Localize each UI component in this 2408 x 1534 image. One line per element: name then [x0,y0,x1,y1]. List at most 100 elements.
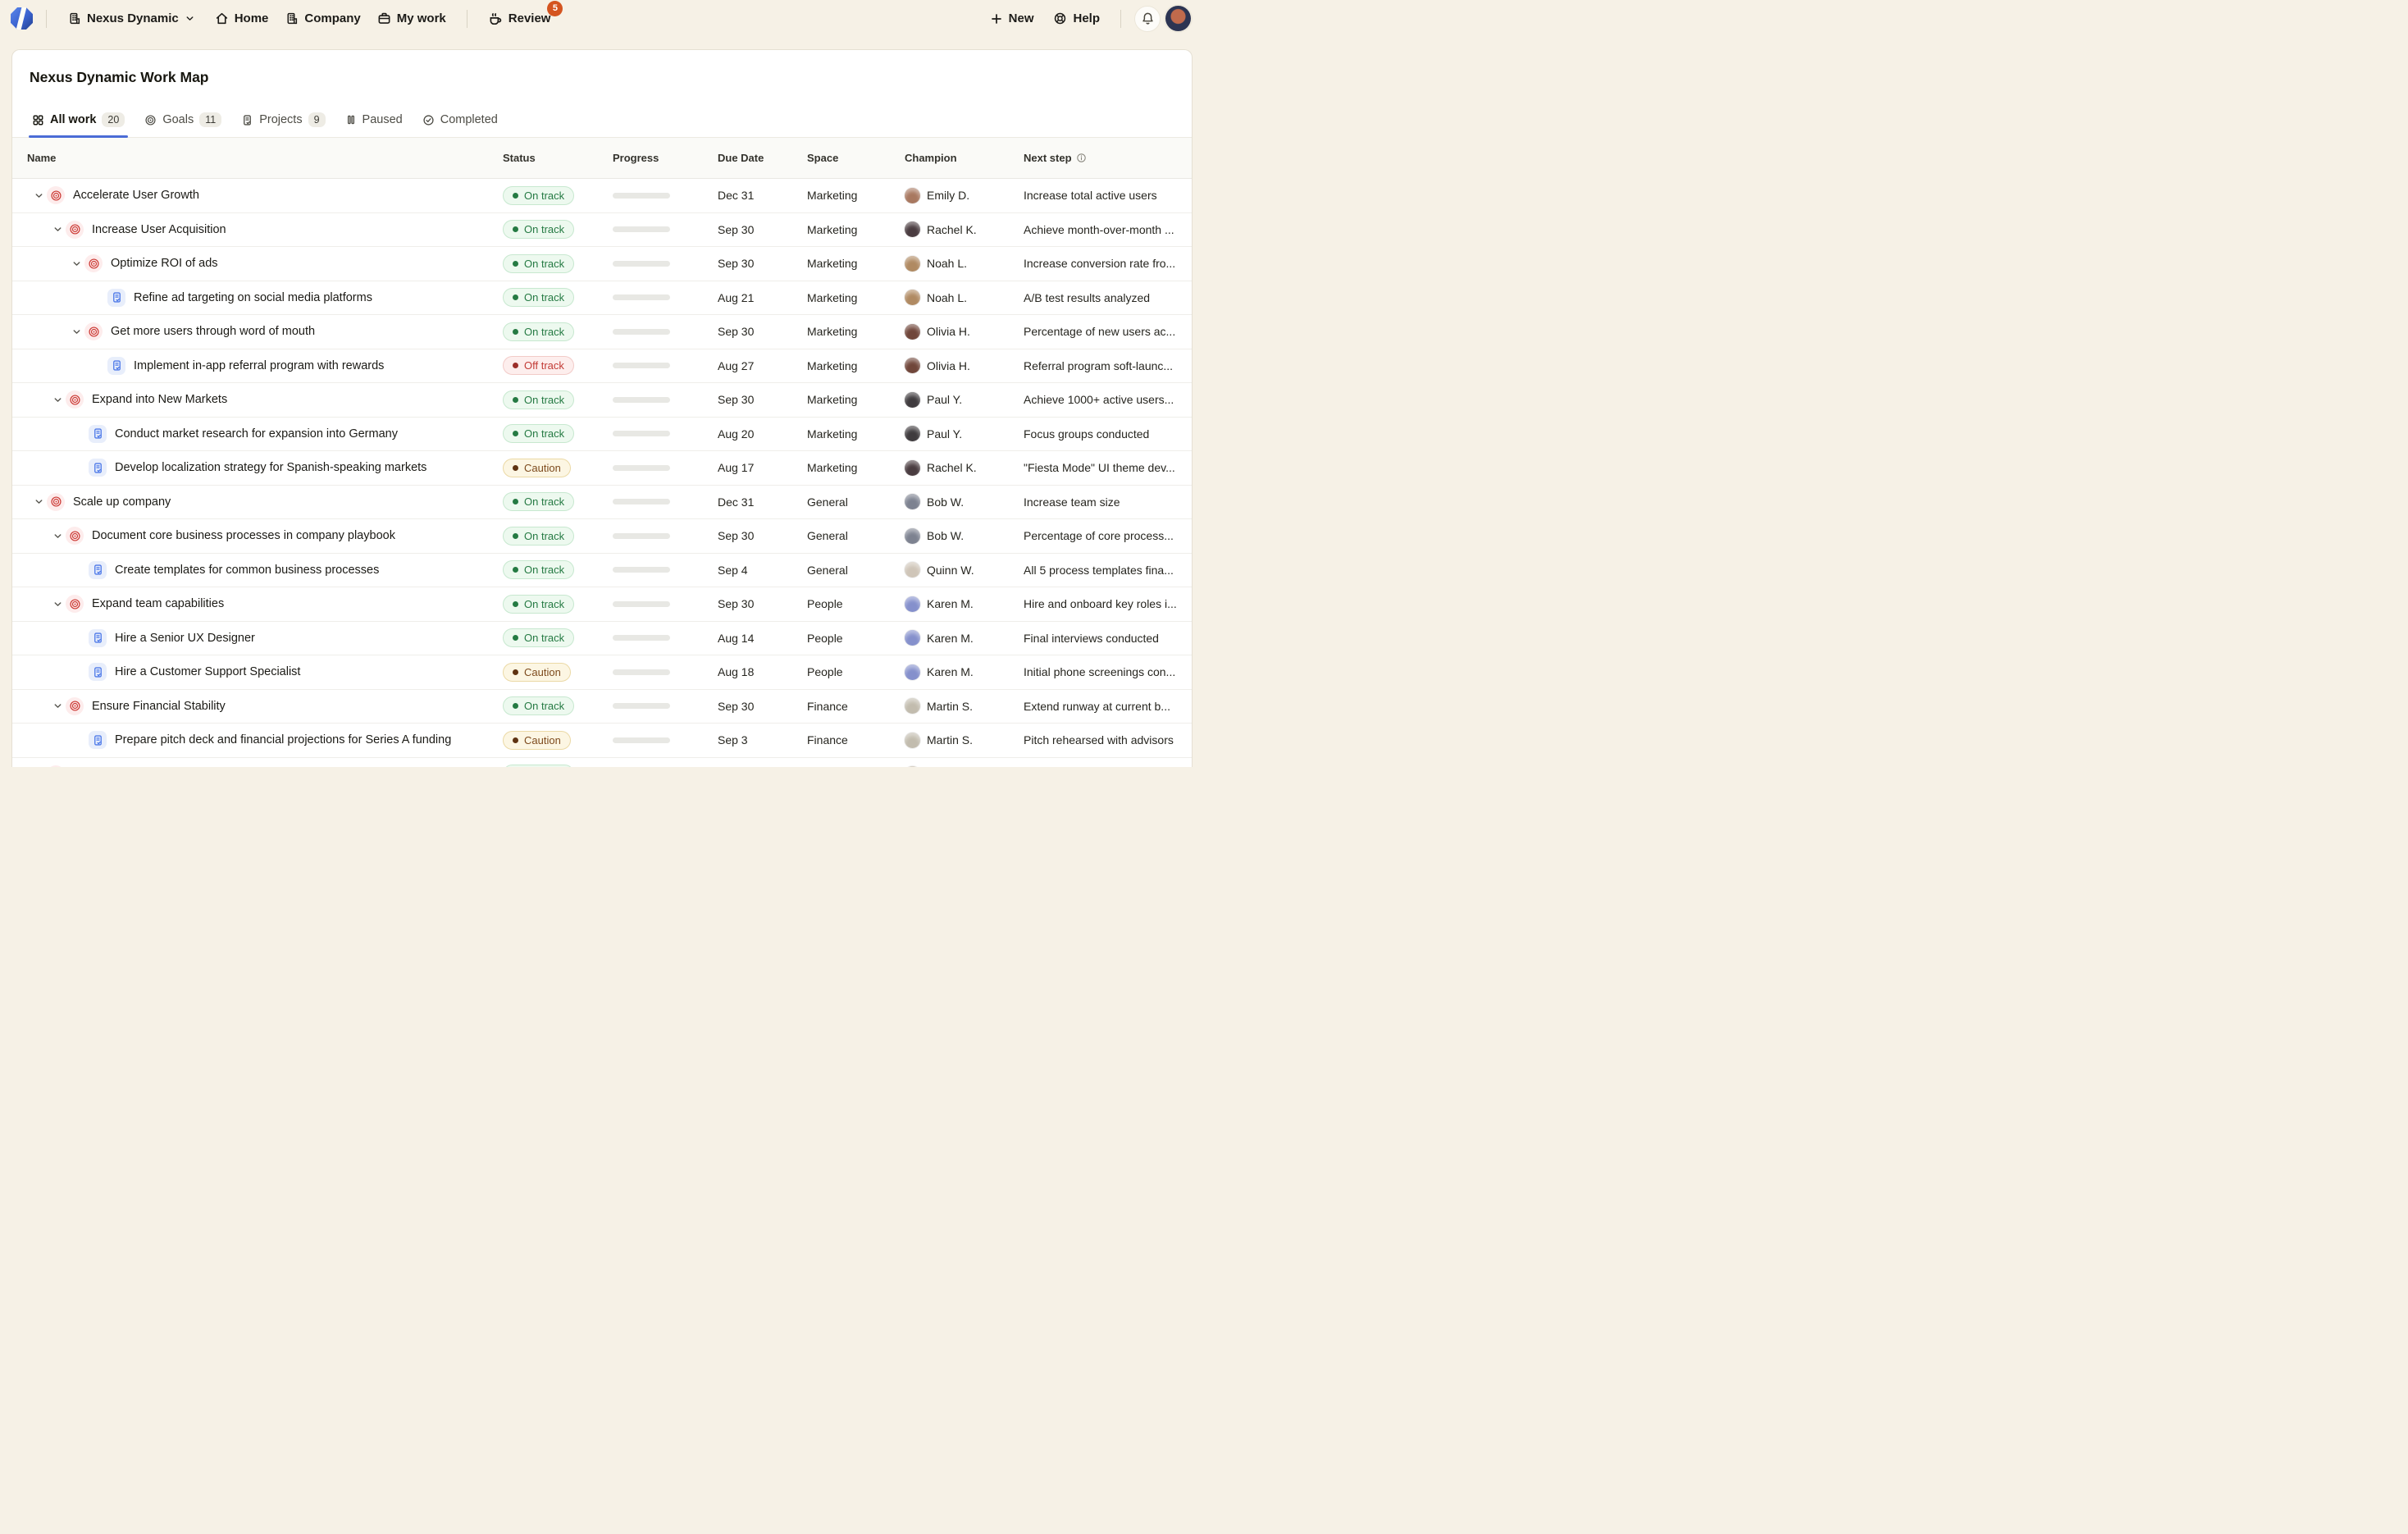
expand-chevron-icon[interactable] [52,530,63,541]
champion-name[interactable]: Paul Y. [927,393,962,406]
champion-name[interactable]: Rachel K. [927,461,977,474]
champion-name[interactable]: Martin S. [927,733,973,746]
expand-chevron-icon[interactable] [33,189,44,201]
space-name[interactable]: Marketing [807,189,857,202]
champion-name[interactable]: Olivia H. [927,359,970,372]
champion-name[interactable]: Noah L. [927,257,967,270]
item-name[interactable]: Expand team capabilities [92,597,224,610]
status-badge[interactable]: On track [503,186,574,205]
table-row[interactable]: Develop localization strategy for Spanis… [12,451,1192,486]
item-name[interactable]: Ensure Financial Stability [92,700,226,713]
item-name[interactable]: Refine ad targeting on social media plat… [134,291,372,304]
column-header-progress[interactable]: Progress [613,138,659,178]
item-name[interactable]: Hire a Customer Support Specialist [115,665,300,678]
status-badge[interactable]: On track [503,765,574,767]
item-name[interactable]: Get more users through word of mouth [111,325,315,338]
space-name[interactable]: Marketing [807,325,857,338]
space-name[interactable]: Finance [807,733,848,746]
status-badge[interactable]: On track [503,560,574,579]
item-name[interactable]: Conduct market research for expansion in… [115,427,398,441]
item-name[interactable]: Implement in-app referral program with r… [134,359,384,372]
status-badge[interactable]: On track [503,424,574,443]
champion-name[interactable]: Karen M. [927,597,974,610]
column-header-due-date[interactable]: Due Date [718,138,764,178]
space-name[interactable]: People [807,665,843,678]
status-badge[interactable]: On track [503,288,574,307]
expand-chevron-icon[interactable] [52,598,63,609]
app-logo[interactable] [11,7,33,30]
space-name[interactable]: Marketing [807,393,857,406]
table-row[interactable]: Conduct market research for expansion in… [12,418,1192,452]
status-badge[interactable]: Caution [503,459,571,477]
status-badge[interactable]: On track [503,628,574,647]
space-name[interactable]: Marketing [807,359,857,372]
item-name[interactable]: Document core business processes in comp… [92,529,395,542]
table-row[interactable]: Scale up companyOn trackDec 31GeneralBob… [12,486,1192,520]
table-row[interactable]: Optimize ROI of adsOn trackSep 30Marketi… [12,247,1192,281]
item-name[interactable]: Accelerate User Growth [73,189,199,202]
nav-review[interactable]: Review 5 [481,7,559,31]
space-name[interactable]: People [807,597,843,610]
item-name[interactable]: Expand into New Markets [92,393,227,406]
space-name[interactable]: Marketing [807,427,857,441]
tab-goals[interactable]: Goals11 [136,103,230,137]
nav-home[interactable]: Home [208,7,276,30]
space-name[interactable]: People [807,632,843,645]
table-row[interactable]: Get more users through word of mouth On t… [12,315,1192,349]
user-avatar[interactable] [1165,6,1191,31]
space-name[interactable]: General [807,495,848,509]
help-button[interactable]: Help [1046,7,1107,30]
space-name[interactable]: Marketing [807,291,857,304]
new-button[interactable]: New [983,7,1042,30]
status-badge[interactable]: On track [503,696,574,715]
column-header-next-step[interactable]: Next step [1024,138,1179,178]
table-row[interactable]: Expand into New MarketsOn trackSep 30Mar… [12,383,1192,418]
column-header-champion[interactable]: Champion [905,138,957,178]
table-row[interactable]: Create templates for common business pro… [12,554,1192,588]
space-name[interactable]: Marketing [807,223,857,236]
table-row[interactable]: Hire a Senior UX DesignerOn trackAug 14P… [12,622,1192,656]
status-badge[interactable]: On track [503,220,574,239]
champion-name[interactable]: Olivia H. [927,325,970,338]
champion-name[interactable]: Quinn W. [927,564,974,577]
champion-name[interactable]: Noah L. [927,291,967,304]
expand-chevron-icon[interactable] [52,701,63,712]
item-name[interactable]: Prepare pitch deck and financial project… [115,733,451,746]
item-name[interactable]: Hire a Senior UX Designer [115,632,255,645]
champion-name[interactable]: Bob W. [927,495,964,509]
space-name[interactable]: Marketing [807,461,857,474]
table-row[interactable]: Ensure Financial StabilityOn trackSep 30… [12,690,1192,724]
status-badge[interactable]: On track [503,595,574,614]
table-row[interactable]: Hire a Customer Support SpecialistCautio… [12,655,1192,690]
champion-name[interactable]: Emily D. [927,189,969,202]
column-header-name[interactable]: Name [27,138,56,178]
champion-name[interactable]: Rachel K. [927,223,977,236]
table-row[interactable]: Accelerate User GrowthOn trackDec 31Mark… [12,179,1192,213]
space-name[interactable]: General [807,564,848,577]
expand-chevron-icon[interactable] [52,224,63,235]
nav-company[interactable]: Company [277,7,367,30]
expand-chevron-icon[interactable] [71,326,82,337]
column-header-space[interactable]: Space [807,138,838,178]
item-name[interactable]: Create templates for common business pro… [115,564,379,577]
champion-name[interactable]: Karen M. [927,665,974,678]
item-name[interactable]: Optimize ROI of ads [111,257,218,270]
expand-chevron-icon[interactable] [52,394,63,405]
status-badge[interactable]: On track [503,390,574,409]
table-row[interactable]: Implement in-app referral program with r… [12,349,1192,384]
notifications-button[interactable] [1134,6,1161,32]
item-name[interactable]: Increase User Acquisition [92,223,226,236]
tab-all-work[interactable]: All work20 [24,103,133,137]
column-header-status[interactable]: Status [503,138,536,178]
item-name[interactable]: Scale up company [73,495,171,509]
status-badge[interactable]: Off track [503,356,574,375]
space-name[interactable]: General [807,529,848,542]
item-name[interactable]: Develop localization strategy for Spanis… [115,461,426,474]
table-row[interactable]: Improve ProductOn trackSep 30ProductFran… [12,758,1192,768]
nav-my-work[interactable]: My work [370,7,454,30]
status-badge[interactable]: On track [503,322,574,341]
champion-name[interactable]: Karen M. [927,632,974,645]
champion-name[interactable]: Paul Y. [927,427,962,441]
table-row[interactable]: Increase User AcquisitionOn trackSep 30M… [12,213,1192,248]
tab-projects[interactable]: Projects9 [233,103,333,137]
